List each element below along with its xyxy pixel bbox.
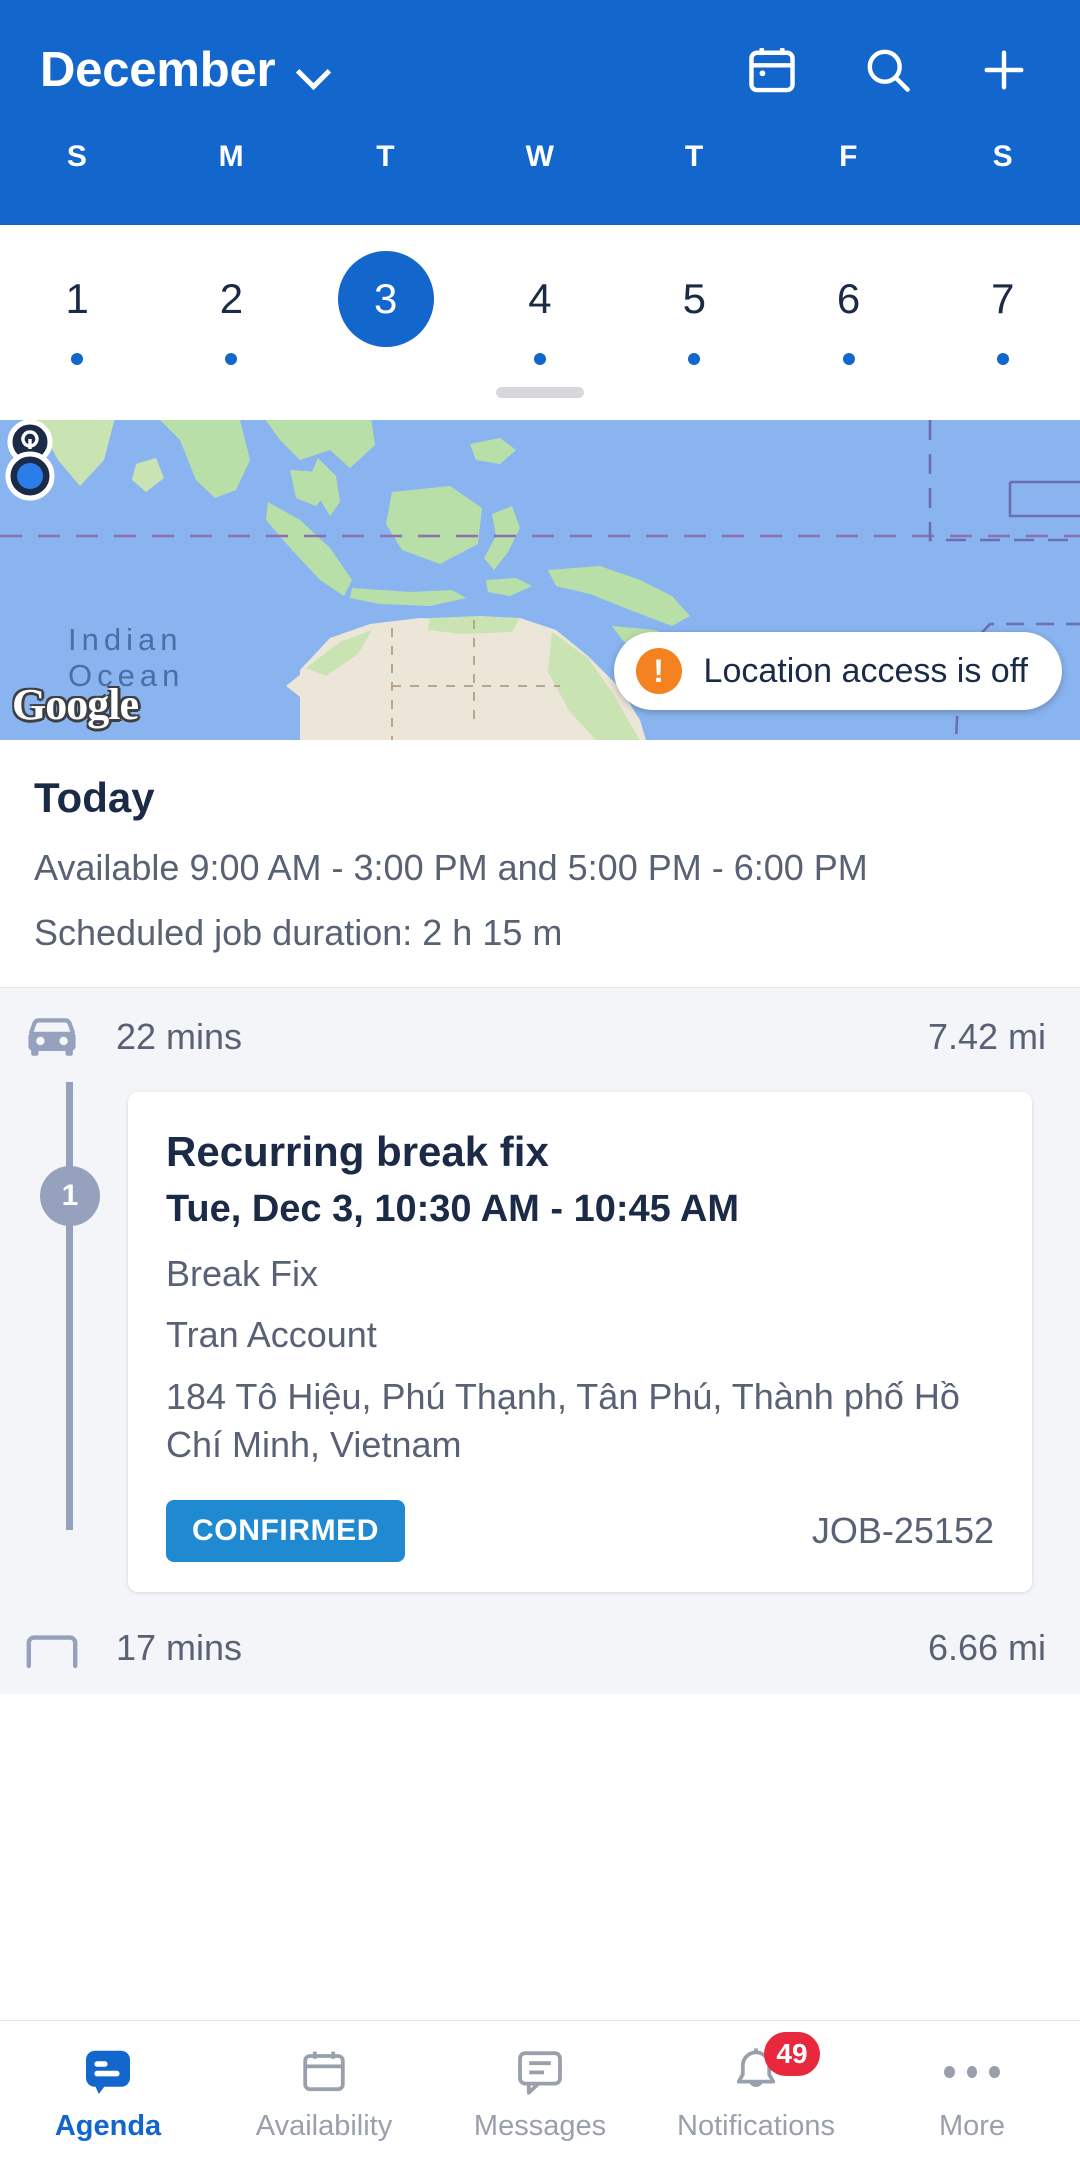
weekday-label: M: [154, 140, 308, 174]
weekday-label: T: [617, 140, 771, 174]
event-dot: [997, 353, 1009, 365]
event-dot: [225, 353, 237, 365]
job-title: Recurring break fix: [166, 1128, 994, 1176]
date-row: 1 2 3 4 5 6 7: [0, 251, 1080, 365]
date-cell-7[interactable]: 7: [926, 251, 1080, 365]
month-selector[interactable]: December: [40, 42, 331, 98]
notification-badge: 49: [764, 2032, 820, 2076]
nav-item-more[interactable]: More: [864, 2046, 1080, 2143]
date-cell-6[interactable]: 6: [771, 251, 925, 365]
weekday-label: W: [463, 140, 617, 174]
weekday-label: S: [0, 140, 154, 174]
status-badge: CONFIRMED: [166, 1500, 405, 1562]
timeline-index-badge: 1: [40, 1166, 100, 1226]
car-icon: [24, 1014, 80, 1060]
weekday-label: T: [309, 140, 463, 174]
date-strip: 1 2 3 4 5 6 7: [0, 225, 1080, 420]
warning-icon: !: [636, 648, 682, 694]
event-dot: [843, 353, 855, 365]
next-travel-time: 17 mins: [116, 1627, 242, 1669]
weekday-label: F: [771, 140, 925, 174]
timeline-line: [66, 1082, 73, 1530]
job-type: Break Fix: [166, 1251, 994, 1298]
date-number: 5: [646, 251, 742, 347]
calendar-drag-handle[interactable]: [496, 387, 584, 398]
google-attribution: Google: [12, 679, 138, 730]
date-number: 7: [955, 251, 1051, 347]
date-cell-3[interactable]: 3: [309, 251, 463, 365]
location-access-banner[interactable]: ! Location access is off: [614, 632, 1062, 710]
job-card[interactable]: Recurring break fix Tue, Dec 3, 10:30 AM…: [128, 1092, 1032, 1592]
availability-text: Available 9:00 AM - 3:00 PM and 5:00 PM …: [34, 844, 1046, 893]
nav-label-notifications: Notifications: [677, 2110, 835, 2143]
message-icon: [512, 2046, 568, 2098]
app-header: December: [0, 0, 1080, 225]
add-icon[interactable]: [976, 42, 1032, 98]
bell-icon: 49: [728, 2046, 784, 2098]
svg-text:Indian: Indian: [68, 622, 182, 657]
date-cell-1[interactable]: 1: [0, 251, 154, 365]
calendar-icon: [296, 2046, 352, 2098]
month-label: December: [40, 42, 275, 98]
nav-label-messages: Messages: [474, 2110, 606, 2143]
search-icon[interactable]: [860, 42, 916, 98]
weekday-row: S M T W T F S: [0, 140, 1080, 192]
job-time: Tue, Dec 3, 10:30 AM - 10:45 AM: [166, 1188, 994, 1231]
agenda-list: 22 mins 7.42 mi 1 Recurring break fix Tu…: [0, 988, 1080, 1694]
nav-label-agenda: Agenda: [55, 2110, 161, 2143]
bottom-navigation: Agenda Availability Messages: [0, 2020, 1080, 2168]
more-dots-icon: [944, 2046, 1000, 2098]
map-view[interactable]: Indonesia Papua New Guinea Australia Ind…: [0, 420, 1080, 740]
date-cell-4[interactable]: 4: [463, 251, 617, 365]
next-travel-distance: 6.66 mi: [928, 1627, 1046, 1669]
date-number: 6: [801, 251, 897, 347]
job-address: 184 Tô Hiệu, Phú Thạnh, Tân Phú, Thành p…: [166, 1373, 994, 1470]
nav-label-availability: Availability: [256, 2110, 392, 2143]
date-cell-2[interactable]: 2: [154, 251, 308, 365]
job-id: JOB-25152: [812, 1510, 994, 1552]
nav-label-more: More: [939, 2110, 1005, 2143]
calendar-icon[interactable]: [744, 42, 800, 98]
header-actions: [744, 42, 1040, 98]
nav-item-notifications[interactable]: 49 Notifications: [648, 2046, 864, 2143]
date-number: 3: [338, 251, 434, 347]
next-travel-summary-row: 17 mins 6.66 mi: [0, 1592, 1080, 1688]
today-title: Today: [34, 774, 1046, 822]
date-cell-5[interactable]: 5: [617, 251, 771, 365]
nav-item-messages[interactable]: Messages: [432, 2046, 648, 2143]
event-dot: [688, 353, 700, 365]
nav-item-agenda[interactable]: Agenda: [0, 2046, 216, 2143]
job-timeline-item: 1 Recurring break fix Tue, Dec 3, 10:30 …: [0, 1092, 1080, 1592]
event-dot: [71, 353, 83, 365]
travel-distance: 7.42 mi: [928, 1016, 1046, 1058]
event-dot: [534, 353, 546, 365]
job-card-footer: CONFIRMED JOB-25152: [166, 1500, 994, 1562]
nav-item-availability[interactable]: Availability: [216, 2046, 432, 2143]
today-summary: Today Available 9:00 AM - 3:00 PM and 5:…: [0, 740, 1080, 988]
header-toolbar: December: [0, 0, 1080, 140]
date-number: 1: [29, 251, 125, 347]
agenda-icon: [80, 2046, 136, 2098]
bed-icon: [24, 1626, 80, 1670]
travel-time: 22 mins: [116, 1016, 242, 1058]
date-number: 2: [183, 251, 279, 347]
travel-summary-row: 22 mins 7.42 mi: [0, 988, 1080, 1078]
job-account: Tran Account: [166, 1312, 994, 1359]
job-duration-text: Scheduled job duration: 2 h 15 m: [34, 909, 1046, 958]
weekday-label: S: [926, 140, 1080, 174]
date-number: 4: [492, 251, 588, 347]
location-access-label: Location access is off: [704, 652, 1028, 691]
chevron-down-icon: [297, 60, 331, 80]
map-location-marker[interactable]: [0, 420, 60, 512]
